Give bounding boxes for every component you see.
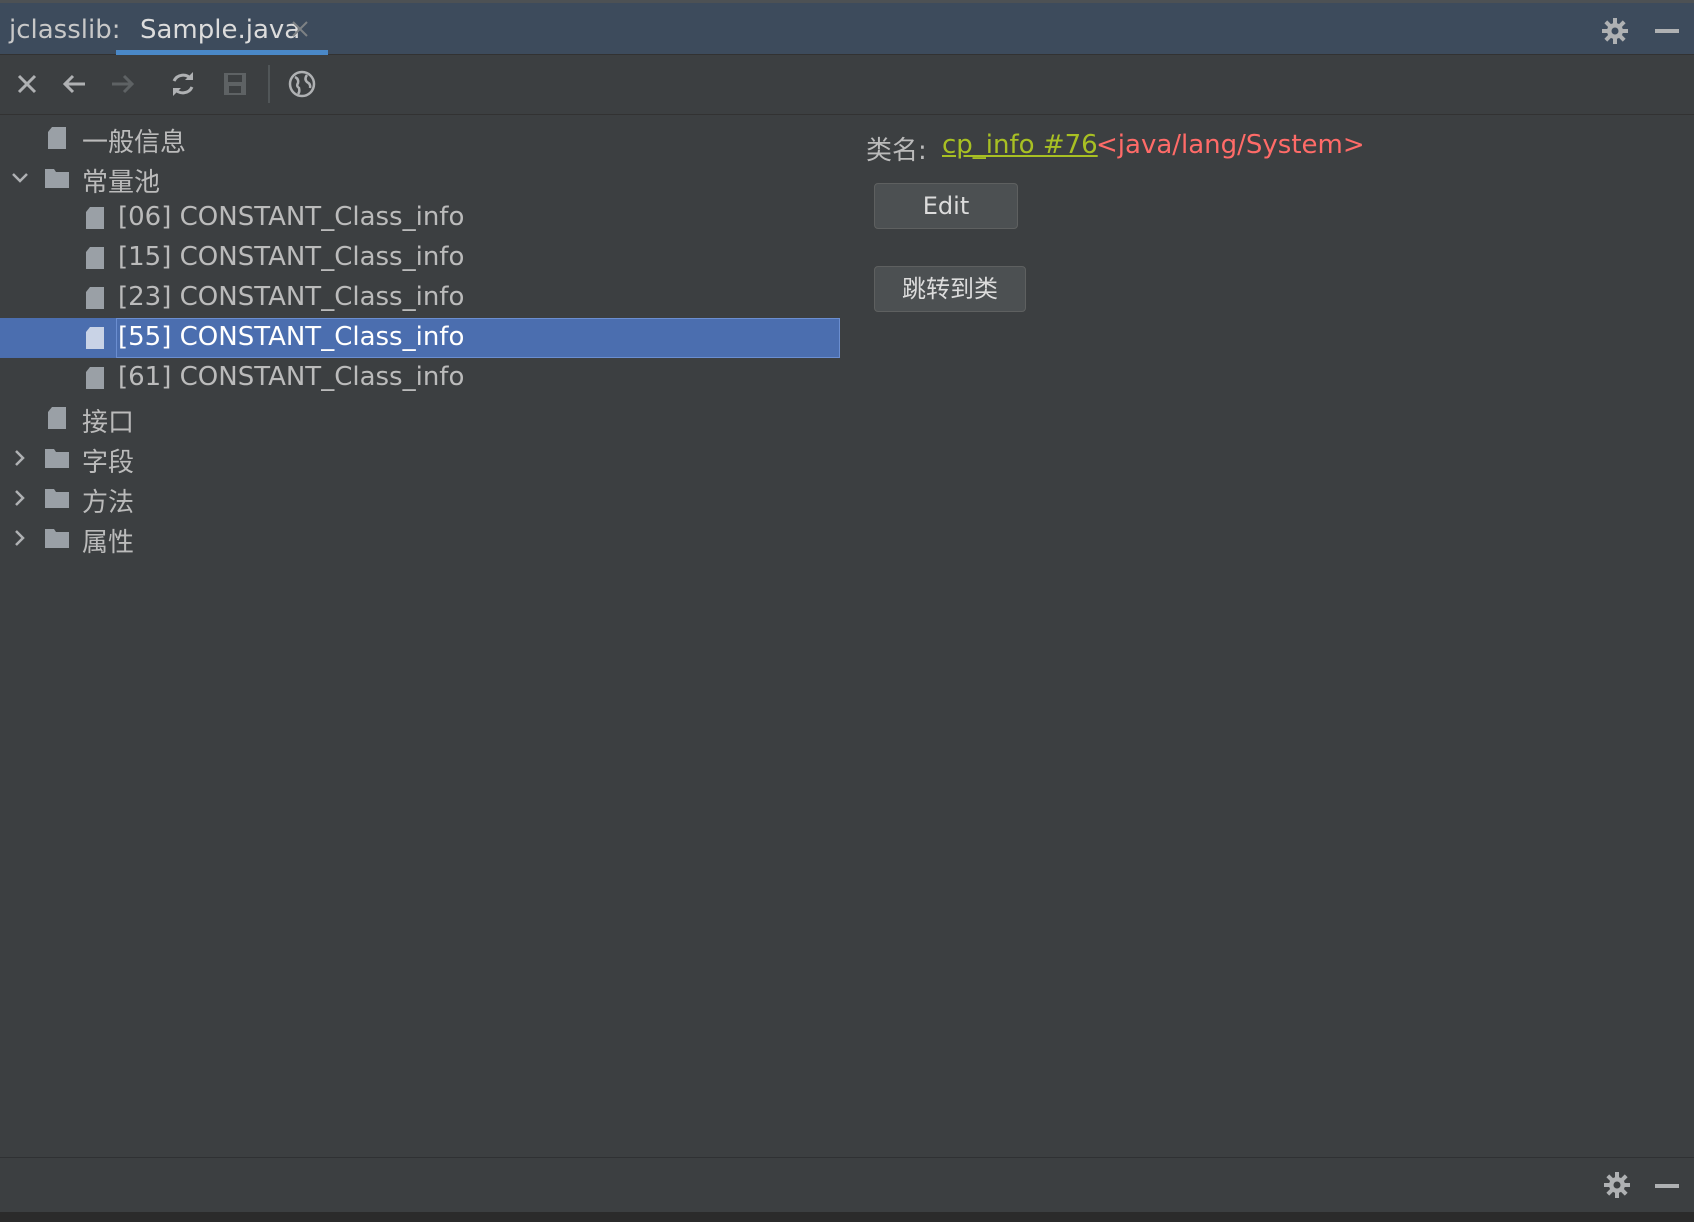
tree-item-label: [06] CONSTANT_Class_info <box>118 202 465 232</box>
tree-item-label: 方法 <box>82 488 135 518</box>
file-icon <box>48 407 66 429</box>
tree-item-constant[interactable]: [23] CONSTANT_Class_info <box>0 278 840 318</box>
title-bar: jclasslib: Sample.java <box>0 0 1694 55</box>
file-icon <box>86 207 104 229</box>
folder-icon <box>45 449 69 468</box>
tree-item-constant[interactable]: [06] CONSTANT_Class_info <box>0 198 840 238</box>
tree-item-constant-pool[interactable]: 常量池 <box>0 158 840 198</box>
tree-item-constant[interactable]: [61] CONSTANT_Class_info <box>0 358 840 398</box>
tree-item-label: [61] CONSTANT_Class_info <box>118 362 465 392</box>
tab-label: Sample.java <box>140 15 301 45</box>
refresh-icon[interactable] <box>168 69 198 99</box>
file-icon <box>86 327 104 349</box>
folder-icon <box>45 489 69 508</box>
tree-item-constant-selected[interactable]: [55] CONSTANT_Class_info <box>0 318 840 358</box>
app-title: jclasslib: <box>9 15 121 45</box>
minimize-icon[interactable] <box>1655 1184 1679 1188</box>
gear-icon[interactable] <box>1603 1171 1631 1199</box>
file-icon <box>86 367 104 389</box>
file-icon <box>86 247 104 269</box>
status-strip <box>0 1212 1694 1222</box>
chevron-right-icon[interactable] <box>10 488 30 508</box>
file-icon <box>48 127 66 149</box>
tree-item-constant[interactable]: [15] CONSTANT_Class_info <box>0 238 840 278</box>
tab-close-icon[interactable] <box>288 17 312 41</box>
tree-item-label: [23] CONSTANT_Class_info <box>118 282 465 312</box>
tree-item-label: 一般信息 <box>82 128 187 158</box>
toolbar-separator <box>268 65 270 103</box>
tree-item-label: 属性 <box>82 528 135 558</box>
gear-icon[interactable] <box>1601 17 1629 45</box>
chevron-down-icon[interactable] <box>10 168 30 188</box>
file-icon <box>86 287 104 309</box>
tree-item-label: 字段 <box>82 448 135 478</box>
close-icon[interactable] <box>12 69 42 99</box>
toolbar <box>0 55 1694 115</box>
back-arrow-icon[interactable] <box>59 69 89 99</box>
tree-item-label: [15] CONSTANT_Class_info <box>118 242 465 272</box>
tree-item-label: 接口 <box>82 408 135 438</box>
class-name-label: 类名: <box>866 136 927 166</box>
tab-sample-java[interactable]: Sample.java <box>116 3 328 55</box>
tree-item-general-info[interactable]: 一般信息 <box>0 118 840 158</box>
goto-class-button[interactable]: 跳转到类 <box>874 266 1026 312</box>
tree-item-attributes[interactable]: 属性 <box>0 518 840 558</box>
tree-item-label: [55] CONSTANT_Class_info <box>118 322 465 352</box>
minimize-icon[interactable] <box>1655 29 1679 33</box>
tree-item-label: 常量池 <box>82 168 161 198</box>
tree-item-interfaces[interactable]: 接口 <box>0 398 840 438</box>
folder-icon <box>45 169 69 188</box>
tree-item-methods[interactable]: 方法 <box>0 478 840 518</box>
edit-button[interactable]: Edit <box>874 183 1018 229</box>
tree-item-fields[interactable]: 字段 <box>0 438 840 478</box>
class-name-value: <java/lang/System> <box>1096 130 1365 160</box>
save-icon[interactable] <box>220 69 250 99</box>
folder-icon <box>45 529 69 548</box>
forward-arrow-icon[interactable] <box>108 69 138 99</box>
bottom-bar <box>0 1157 1694 1212</box>
chevron-right-icon[interactable] <box>10 448 30 468</box>
chevron-right-icon[interactable] <box>10 528 30 548</box>
cp-info-link[interactable]: cp_info #76 <box>942 130 1098 160</box>
globe-icon[interactable] <box>287 69 317 99</box>
